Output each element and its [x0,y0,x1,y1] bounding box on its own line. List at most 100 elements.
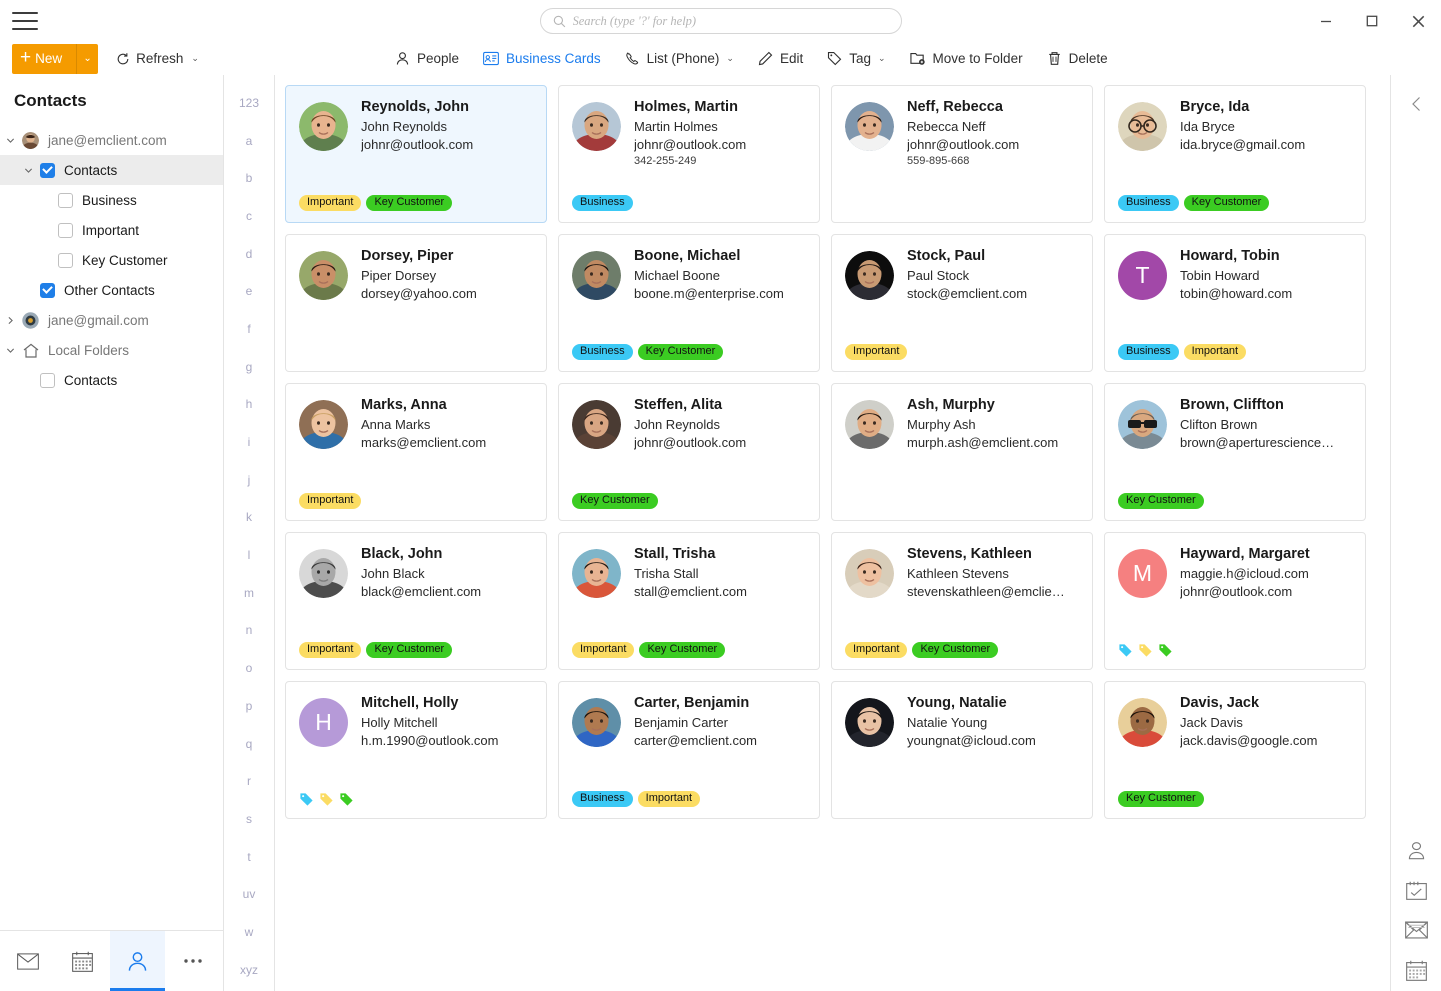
contact-card[interactable]: Carter, BenjaminBenjamin Cartercarter@em… [558,681,820,819]
tab-business-cards[interactable]: Business Cards [471,42,613,75]
contact-card[interactable]: Marks, AnnaAnna Marksmarks@emclient.comI… [285,383,547,521]
tag-chip[interactable]: Key Customer [912,642,998,659]
alpha-index-m[interactable]: m [224,574,274,612]
chevron-left-icon[interactable] [1399,87,1433,121]
folder-checkbox[interactable] [58,193,73,208]
tag-chip[interactable]: Business [1118,344,1179,361]
chevron-right-icon[interactable] [6,316,22,325]
tag-chip[interactable]: Key Customer [1118,791,1204,808]
tag-icon[interactable] [339,792,354,807]
contact-card[interactable]: Holmes, MartinMartin Holmesjohnr@outlook… [558,85,820,223]
folder-checkbox[interactable] [40,373,55,388]
chevron-down-icon[interactable] [24,166,40,175]
contact-card[interactable]: Dorsey, PiperPiper Dorseydorsey@yahoo.co… [285,234,547,372]
contact-card[interactable]: Boone, MichaelMichael Booneboone.m@enter… [558,234,820,372]
alpha-index-w[interactable]: w [224,913,274,951]
contact-card[interactable]: Steffen, AlitaJohn Reynoldsjohnr@outlook… [558,383,820,521]
contact-card[interactable]: Bryce, IdaIda Bryceida.bryce@gmail.comBu… [1104,85,1366,223]
alpha-index-d[interactable]: d [224,235,274,273]
tag-chip[interactable]: Key Customer [1118,493,1204,510]
alpha-index-o[interactable]: o [224,649,274,687]
tag-chip[interactable]: Key Customer [638,344,724,361]
tag-chip[interactable]: Business [572,195,633,212]
nav-contacts[interactable] [110,931,165,991]
alpha-index-uv[interactable]: uv [224,875,274,913]
alpha-index-l[interactable]: l [224,536,274,574]
folder-checkbox[interactable] [58,253,73,268]
rail-calendar-icon[interactable] [1399,957,1433,983]
tag-chip[interactable]: Business [1118,195,1179,212]
nav-mail[interactable] [0,931,55,991]
contact-card[interactable]: Neff, RebeccaRebecca Neffjohnr@outlook.c… [831,85,1093,223]
chevron-down-icon[interactable] [6,346,22,355]
rail-contacts-icon[interactable] [1399,837,1433,863]
alpha-index-i[interactable]: i [224,423,274,461]
tag-chip[interactable]: Important [572,642,634,659]
move-to-folder-button[interactable]: Move to Folder [898,42,1035,75]
contact-card[interactable]: Brown, ClifftonClifton Brownbrown@apertu… [1104,383,1366,521]
alpha-index-p[interactable]: p [224,687,274,725]
contact-card[interactable]: Young, NatalieNatalie Youngyoungnat@iclo… [831,681,1093,819]
nav-calendar[interactable] [55,931,110,991]
sidebar-item-business[interactable]: Business [0,185,223,215]
tag-chip[interactable]: Key Customer [639,642,725,659]
new-dropdown-button[interactable]: ⌄ [76,44,98,74]
tag-chip[interactable]: Key Customer [366,195,452,212]
tag-chip[interactable]: Important [299,642,361,659]
tag-icon[interactable] [319,792,334,807]
nav-more[interactable] [165,931,220,991]
alphabet-index[interactable]: 123abcdefghijklmnopqrstuvwxyz [224,75,275,991]
alpha-index-c[interactable]: c [224,197,274,235]
tag-chip[interactable]: Business [572,791,633,808]
alpha-index-r[interactable]: r [224,762,274,800]
tag-chip[interactable]: Important [1184,344,1246,361]
contact-card[interactable]: THoward, TobinTobin Howardtobin@howard.c… [1104,234,1366,372]
hamburger-menu-icon[interactable] [12,12,38,30]
sidebar-item-local-folders[interactable]: Local Folders [0,335,223,365]
rail-mail-icon[interactable] [1399,917,1433,943]
contact-card[interactable]: Stall, TrishaTrisha Stallstall@emclient.… [558,532,820,670]
tag-chip[interactable]: Important [299,195,361,212]
alpha-index-s[interactable]: s [224,800,274,838]
delete-button[interactable]: Delete [1035,42,1120,75]
rail-tasks-icon[interactable] [1399,877,1433,903]
tag-chip[interactable]: Important [845,642,907,659]
sidebar-item-contacts[interactable]: Contacts [0,155,223,185]
tag-chip[interactable]: Important [299,493,361,510]
alpha-index-h[interactable]: h [224,386,274,424]
folder-checkbox[interactable] [40,163,55,178]
alpha-index-t[interactable]: t [224,838,274,876]
minimize-button[interactable] [1303,0,1349,42]
sidebar-item-jane-gmail-com[interactable]: jane@gmail.com [0,305,223,335]
alpha-index-a[interactable]: a [224,122,274,160]
tag-chip[interactable]: Key Customer [366,642,452,659]
tag-icon[interactable] [299,792,314,807]
sidebar-item-contacts[interactable]: Contacts [0,365,223,395]
tag-chip[interactable]: Important [845,344,907,361]
new-button[interactable]: + New [12,44,76,74]
alpha-index-k[interactable]: k [224,499,274,537]
folder-checkbox[interactable] [58,223,73,238]
alpha-index-xyz[interactable]: xyz [224,951,274,989]
contact-card[interactable]: Ash, MurphyMurphy Ashmurph.ash@emclient.… [831,383,1093,521]
chevron-down-icon[interactable] [6,136,22,145]
search-box[interactable] [540,8,902,34]
maximize-button[interactable] [1349,0,1395,42]
tag-chip[interactable]: Business [572,344,633,361]
edit-button[interactable]: Edit [746,42,815,75]
contact-card[interactable]: Davis, JackJack Davisjack.davis@google.c… [1104,681,1366,819]
tag-button[interactable]: Tag ⌄ [815,42,897,75]
contact-card[interactable]: Reynolds, JohnJohn Reynoldsjohnr@outlook… [285,85,547,223]
contact-card[interactable]: Stevens, KathleenKathleen Stevensstevens… [831,532,1093,670]
tab-list-phone[interactable]: List (Phone) ⌄ [613,42,746,75]
contact-card[interactable]: MHayward, Margaretmaggie.h@icloud.comjoh… [1104,532,1366,670]
alpha-index-n[interactable]: n [224,612,274,650]
sidebar-item-important[interactable]: Important [0,215,223,245]
tag-icon[interactable] [1138,643,1153,658]
contact-card[interactable]: HMitchell, HollyHolly Mitchellh.m.1990@o… [285,681,547,819]
tag-icon[interactable] [1118,643,1133,658]
alpha-index-g[interactable]: g [224,348,274,386]
alpha-index-q[interactable]: q [224,725,274,763]
tag-icon[interactable] [1158,643,1173,658]
close-button[interactable] [1395,0,1441,42]
